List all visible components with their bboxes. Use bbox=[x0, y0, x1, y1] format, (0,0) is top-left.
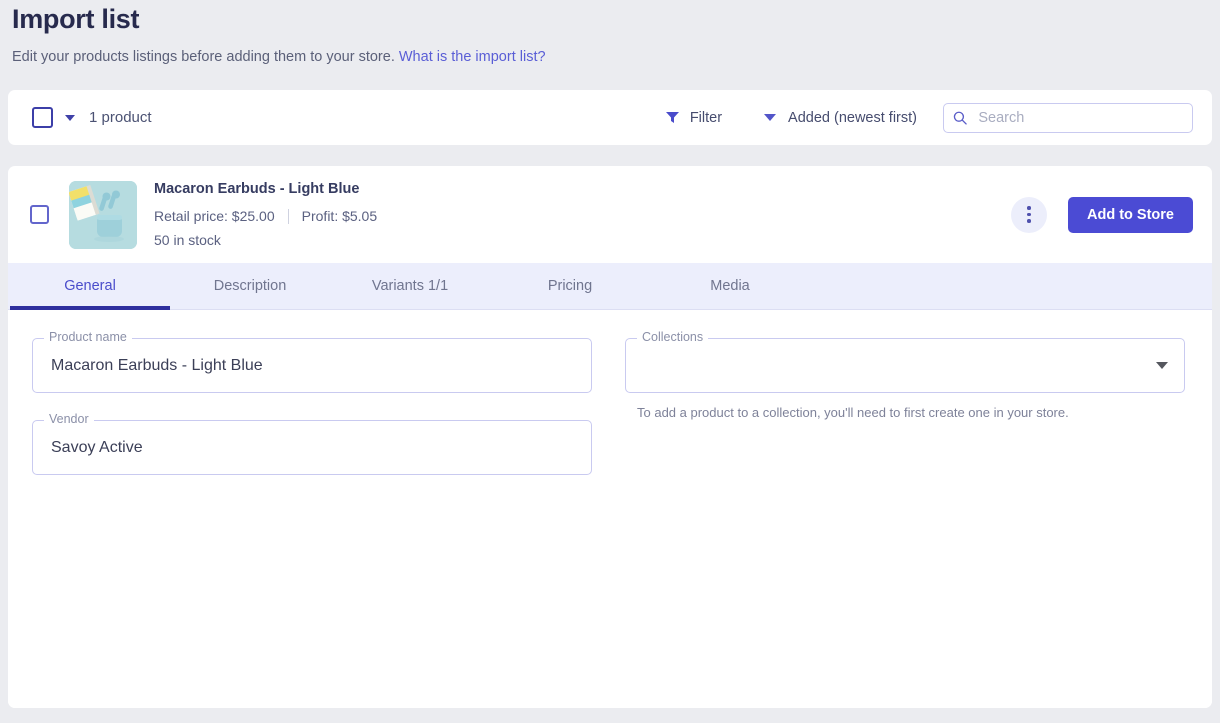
product-select-checkbox[interactable] bbox=[30, 205, 49, 224]
product-stock: 50 in stock bbox=[154, 232, 221, 248]
tab-description-label: Description bbox=[213, 278, 287, 294]
collections-help-text: To add a product to a collection, you'll… bbox=[637, 405, 1069, 420]
tab-media[interactable]: Media bbox=[650, 263, 810, 309]
kebab-dot-icon bbox=[1027, 219, 1031, 223]
form-column-right: Collections To add a product to a collec… bbox=[625, 330, 1185, 708]
funnel-icon bbox=[665, 112, 679, 123]
product-name-label: Product name bbox=[44, 330, 132, 345]
filter-label: Filter bbox=[689, 109, 723, 126]
product-name-input[interactable] bbox=[49, 355, 575, 376]
product-thumbnail[interactable] bbox=[69, 180, 137, 249]
tab-media-label: Media bbox=[710, 278, 750, 294]
collections-field: Collections To add a product to a collec… bbox=[625, 330, 1185, 421]
kebab-dot-icon bbox=[1027, 206, 1031, 210]
collections-select[interactable] bbox=[625, 338, 1185, 393]
page-subtitle-text: Edit your products listings before addin… bbox=[12, 49, 395, 65]
list-toolbar: 1 product Filter Added (newest first) bbox=[8, 90, 1212, 145]
tab-variants-label: Variants 1/1 bbox=[371, 278, 449, 294]
more-options-button[interactable] bbox=[1011, 196, 1047, 233]
general-tab-panel: Product name Vendor Collections To add bbox=[8, 310, 1212, 708]
toolbar-left-group: 1 product bbox=[32, 107, 152, 128]
product-row: Macaron Earbuds - Light Blue Retail pric… bbox=[8, 166, 1212, 263]
search-input[interactable] bbox=[976, 108, 1183, 127]
vendor-box[interactable] bbox=[32, 420, 592, 475]
product-count-label: 1 product bbox=[89, 109, 152, 126]
product-name-box[interactable] bbox=[32, 338, 592, 393]
toolbar-right-group: Filter Added (newest first) bbox=[665, 102, 1193, 133]
tab-general-label: General bbox=[64, 278, 116, 294]
what-is-import-list-link[interactable]: What is the import list? bbox=[399, 49, 546, 65]
filter-button[interactable]: Filter bbox=[665, 109, 723, 126]
product-card: Macaron Earbuds - Light Blue Retail pric… bbox=[8, 166, 1212, 708]
tab-general[interactable]: General bbox=[10, 263, 170, 310]
product-name: Macaron Earbuds - Light Blue bbox=[154, 181, 360, 197]
product-tabs: General Description Variants 1/1 Pricing… bbox=[8, 263, 1212, 310]
product-profit: Profit: $5.05 bbox=[301, 208, 378, 224]
select-all-checkbox[interactable] bbox=[32, 107, 53, 128]
vendor-input[interactable] bbox=[49, 437, 575, 458]
page-subtitle: Edit your products listings before addin… bbox=[12, 47, 1208, 67]
vendor-label: Vendor bbox=[44, 412, 94, 427]
earbuds-product-image bbox=[69, 180, 137, 249]
meta-divider bbox=[287, 208, 289, 224]
search-icon bbox=[953, 111, 967, 125]
tab-description[interactable]: Description bbox=[170, 263, 330, 309]
form-column-left: Product name Vendor bbox=[32, 330, 592, 708]
product-price-meta: Retail price: $25.00 Profit: $5.05 bbox=[154, 207, 377, 225]
page-header: Import list Edit your products listings … bbox=[0, 0, 1220, 67]
sort-caret-down-icon bbox=[764, 114, 777, 121]
sort-button[interactable]: Added (newest first) bbox=[764, 110, 917, 126]
product-retail-price: Retail price: $25.00 bbox=[154, 208, 275, 224]
product-actions: Add to Store bbox=[1011, 196, 1193, 233]
select-all-dropdown-caret-icon[interactable] bbox=[65, 114, 75, 121]
page-title: Import list bbox=[12, 4, 140, 34]
tab-pricing-label: Pricing bbox=[547, 278, 593, 294]
chevron-down-icon[interactable] bbox=[1156, 362, 1168, 369]
collections-label: Collections bbox=[637, 330, 709, 345]
search-box[interactable] bbox=[943, 102, 1193, 133]
product-info: Macaron Earbuds - Light Blue Retail pric… bbox=[154, 180, 377, 249]
tab-pricing[interactable]: Pricing bbox=[490, 263, 650, 309]
tab-variants[interactable]: Variants 1/1 bbox=[330, 263, 490, 309]
vendor-field: Vendor bbox=[32, 412, 592, 475]
product-name-field: Product name bbox=[32, 330, 592, 393]
kebab-dot-icon bbox=[1027, 212, 1031, 217]
add-to-store-button[interactable]: Add to Store bbox=[1068, 196, 1193, 233]
sort-label: Added (newest first) bbox=[788, 109, 917, 126]
